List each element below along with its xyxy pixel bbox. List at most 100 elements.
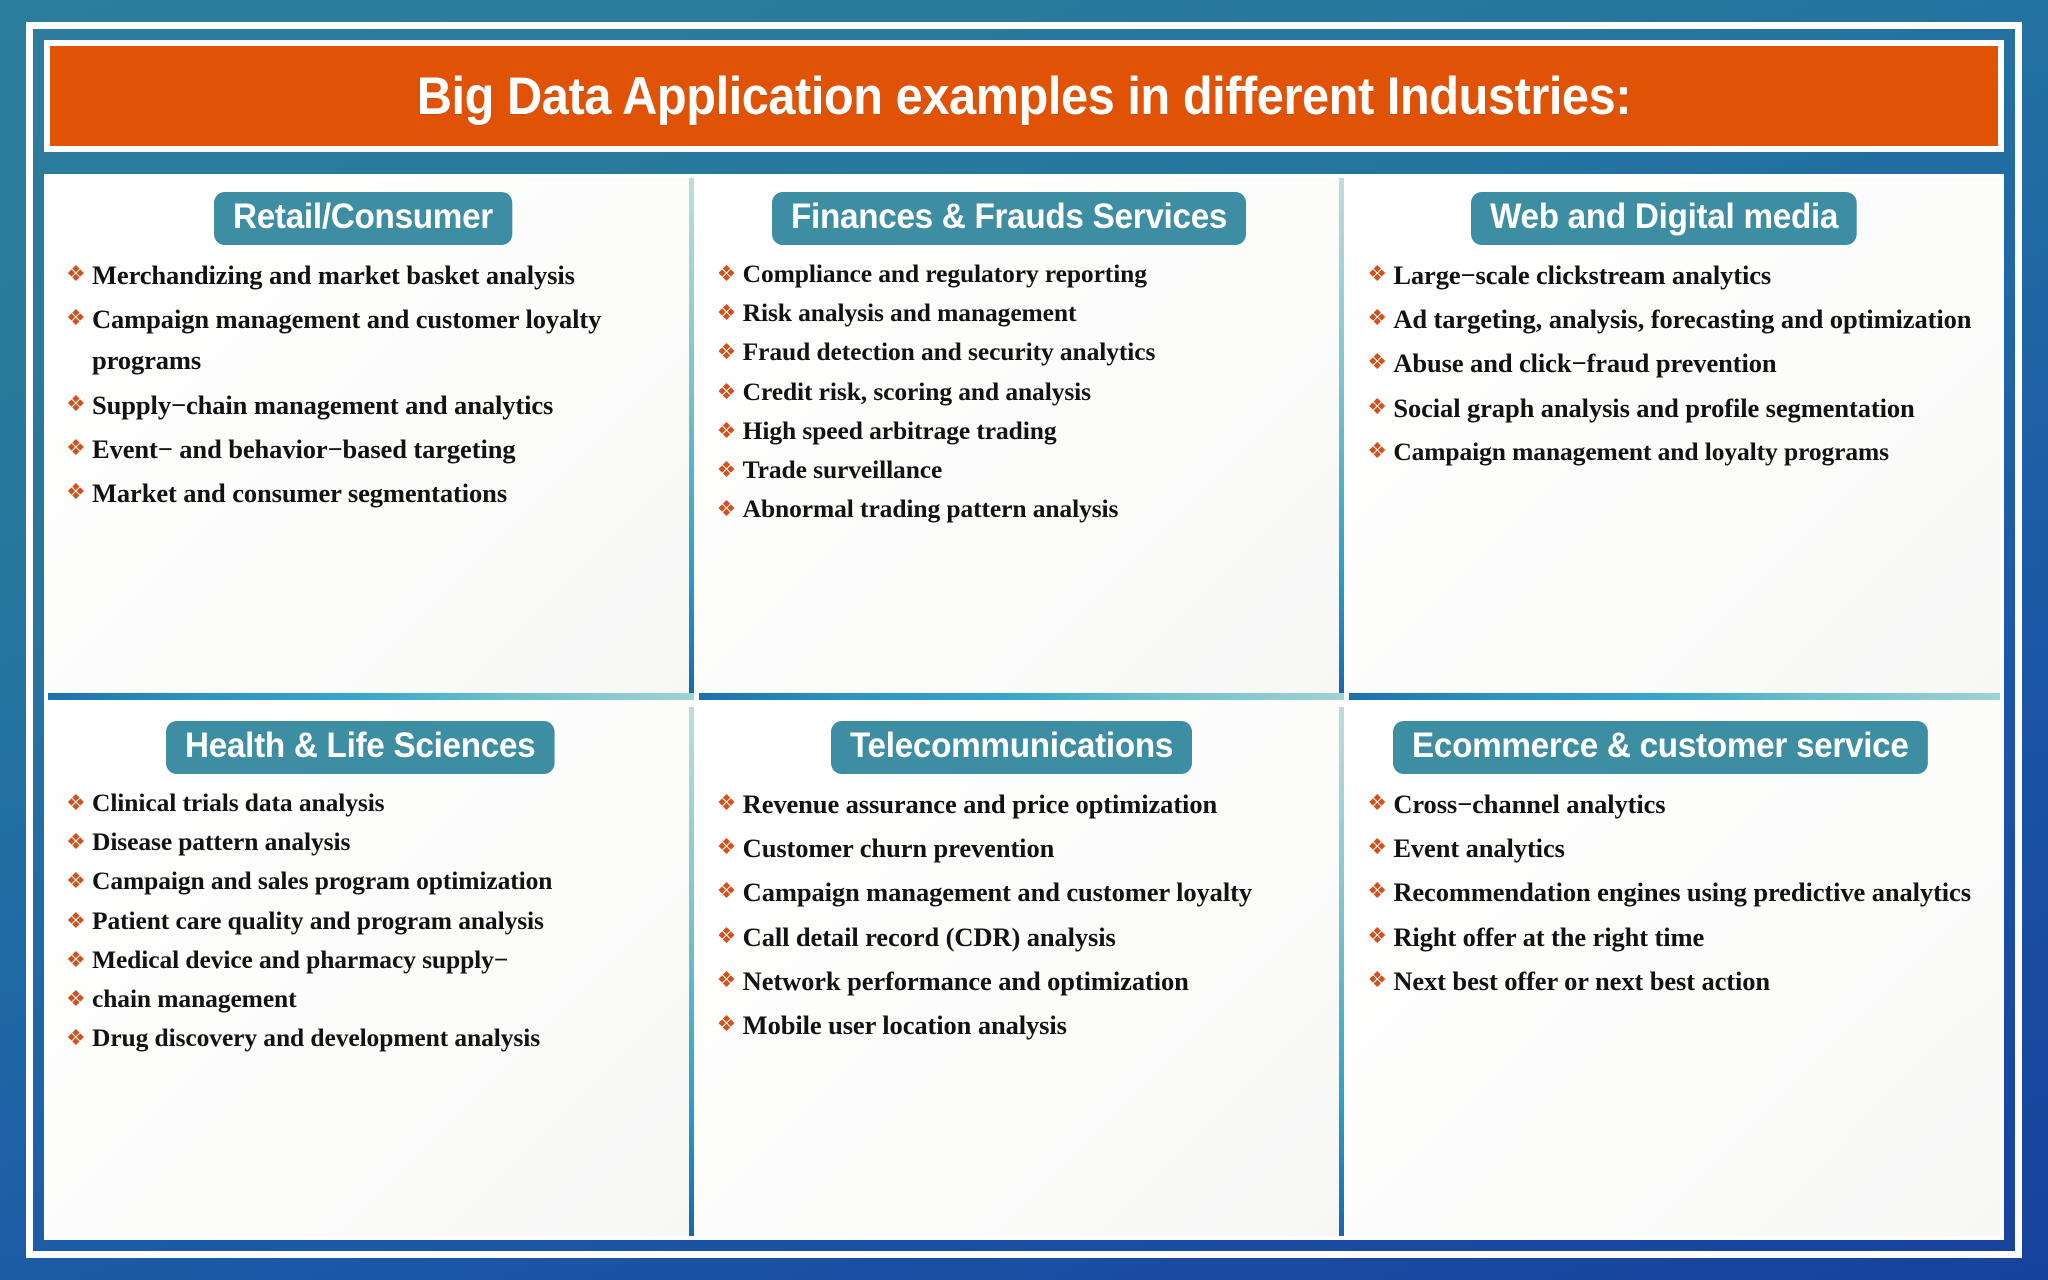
list-item: ❖ Credit risk, scoring and analysis [717,373,1327,411]
diamond-bullet-icon: ❖ [716,1012,737,1038]
list-item: ❖ Next best offer or next best action [1367,961,1982,1002]
list-item: ❖ Clinical trials data analysis [66,784,676,822]
diamond-bullet-icon: ❖ [1367,879,1388,905]
list-item: ❖ Fraud detection and security analytics [717,333,1327,371]
diamond-bullet-icon: ❖ [66,987,86,1013]
list-item: ❖ Event analytics [1367,828,1982,869]
list-item-label: Next best offer or next best action [1393,966,1771,997]
list-item-label: Campaign management and loyalty programs [1393,437,1889,467]
list-item: ❖ Drug discovery and development analysis [66,1019,676,1057]
panel-grid: Retail/Consumer ❖ Merchandizing and marke… [44,174,2004,1240]
list-item: ❖ Ad targeting, analysis, forecasting and… [1367,299,1982,340]
list-item-label: Event analytics [1393,833,1565,864]
list-item: ❖ Trade surveillance [717,451,1327,489]
list-item-label: Abnormal trading pattern analysis [742,494,1119,524]
list-item: ❖ Campaign and sales program optimization [66,862,676,900]
diamond-bullet-icon: ❖ [66,391,86,417]
list-item: ❖ Patient care quality and program analys… [66,902,676,940]
list-item-label: High speed arbitrage trading [742,415,1057,445]
diamond-bullet-icon: ❖ [716,879,737,905]
list-item: ❖ Recommendation engines using predictive… [1367,872,1982,913]
list-item-label: Right offer at the right time [1393,921,1705,952]
list-item-label: Supply−chain management and analytics [92,389,554,420]
diamond-bullet-icon: ❖ [1367,790,1388,816]
list-item-label: Abuse and click−fraud prevention [1393,348,1777,379]
panel-header-row: Retail/Consumer [66,192,676,255]
list-item-label: Patient care quality and program analysi… [92,905,544,935]
list-item-label: Revenue assurance and price optimization [742,788,1218,819]
bullet-list-web-and-digital-media: ❖ Large−scale clickstream analytics ❖ Ad t… [1367,255,1982,472]
diamond-bullet-icon: ❖ [1367,835,1388,861]
list-item-label: Cross−channel analytics [1393,788,1666,819]
panel-title-telecommunications: Telecommunications [831,721,1193,774]
list-item-label: Campaign management and customer loyalty [742,877,1252,908]
diamond-bullet-icon: ❖ [716,340,737,366]
panel-title-finances-frauds-services: Finances & Frauds Services [771,192,1247,245]
list-item: ❖ Abuse and click−fraud prevention [1367,343,1982,384]
bullet-list-ecommerce-customer-service: ❖ Cross−channel analytics ❖ Event analytic… [1367,784,1982,1003]
panel-header-row: Finances & Frauds Services [717,192,1327,255]
list-item: ❖ Cross−channel analytics [1367,784,1982,825]
diamond-bullet-icon: ❖ [66,908,86,934]
list-item-label: Risk analysis and management [742,298,1077,328]
panel-retail-consumer: Retail/Consumer ❖ Merchandizing and marke… [48,178,699,707]
panel-header-row: Telecommunications [717,721,1327,784]
list-item: ❖ Mobile user location analysis [717,1005,1327,1046]
list-item: ❖ Market and consumer segmentations [66,473,676,514]
list-item: ❖ Merchandizing and market basket analysi… [66,255,676,296]
diamond-bullet-icon: ❖ [1367,261,1388,287]
diamond-bullet-icon: ❖ [66,790,86,816]
list-item-label: Fraud detection and security analytics [742,337,1156,367]
diamond-bullet-icon: ❖ [716,923,737,949]
diamond-bullet-icon: ❖ [716,497,737,523]
bullet-list-retail-consumer: ❖ Merchandizing and market basket analysi… [66,255,676,515]
diamond-bullet-icon: ❖ [66,830,86,856]
diamond-bullet-icon: ❖ [716,379,737,405]
list-item: ❖ Supply−chain management and analytics [66,385,676,426]
list-item: ❖ Abnormal trading pattern analysis [717,490,1327,528]
list-item-label: Compliance and regulatory reporting [742,258,1147,288]
list-item-label: Call detail record (CDR) analysis [742,921,1116,952]
title-banner: Big Data Application examples in differe… [44,40,2004,152]
diamond-bullet-icon: ❖ [66,261,86,287]
list-item-label: Customer churn prevention [742,833,1055,864]
diamond-bullet-icon: ❖ [1367,439,1388,465]
panel-header-row: Web and Digital media [1367,192,1982,255]
list-item-label: Mobile user location analysis [742,1010,1067,1041]
panel-title-health-and-life-sciences: Health & Life Sciences [166,721,555,774]
diamond-bullet-icon: ❖ [716,458,737,484]
list-item-label: Ad targeting, analysis, forecasting and … [1393,304,1972,335]
list-item-label: Recommendation engines using predictive … [1393,877,1971,908]
panel-web-and-digital-media: Web and Digital media ❖ Large−scale click… [1349,178,2000,707]
panel-ecommerce-customer-service: Ecommerce & customer service ❖ Cross−chan… [1349,707,2000,1236]
list-item-label: chain management [92,984,297,1014]
list-item: ❖ Compliance and regulatory reporting [717,255,1327,293]
bullet-list-health-and-life-sciences: ❖ Clinical trials data analysis ❖ Disease … [66,784,676,1058]
list-item-label: Trade surveillance [742,455,943,485]
panel-title-web-and-digital-media: Web and Digital media [1471,192,1858,245]
diamond-bullet-icon: ❖ [716,835,737,861]
panel-title-ecommerce-customer-service: Ecommerce & customer service [1393,721,1928,774]
list-item-label: Event− and behavior−based targeting [92,434,516,465]
panel-health-and-life-sciences: Health & Life Sciences ❖ Clinical trials … [48,707,699,1236]
diamond-bullet-icon: ❖ [66,306,86,332]
diamond-bullet-icon: ❖ [1367,350,1388,376]
diamond-bullet-icon: ❖ [66,947,86,973]
diamond-bullet-icon: ❖ [66,436,86,462]
list-item: ❖ Campaign management and loyalty program… [1367,432,1982,472]
diamond-bullet-icon: ❖ [716,301,737,327]
list-item: ❖ Call detail record (CDR) analysis [717,917,1327,958]
list-item: ❖ Medical device and pharmacy supply− [66,941,676,979]
list-item: ❖ Network performance and optimization [717,961,1327,1002]
bullet-list-finances-frauds-services: ❖ Compliance and regulatory reporting ❖ Ri… [717,255,1327,529]
list-item: ❖ Revenue assurance and price optimizatio… [717,784,1327,825]
list-item-label: Campaign management and customer loyalty… [92,304,602,376]
list-item: ❖ Social graph analysis and profile segme… [1367,388,1982,429]
list-item-label: Merchandizing and market basket analysis [92,259,575,290]
list-item-label: Drug discovery and development analysis [92,1023,541,1053]
diamond-bullet-icon: ❖ [716,968,737,994]
list-item-label: Network performance and optimization [742,966,1189,997]
page-title: Big Data Application examples in differe… [416,66,1632,126]
list-item-label: Medical device and pharmacy supply− [92,944,509,974]
list-item-label: Market and consumer segmentations [92,478,508,509]
